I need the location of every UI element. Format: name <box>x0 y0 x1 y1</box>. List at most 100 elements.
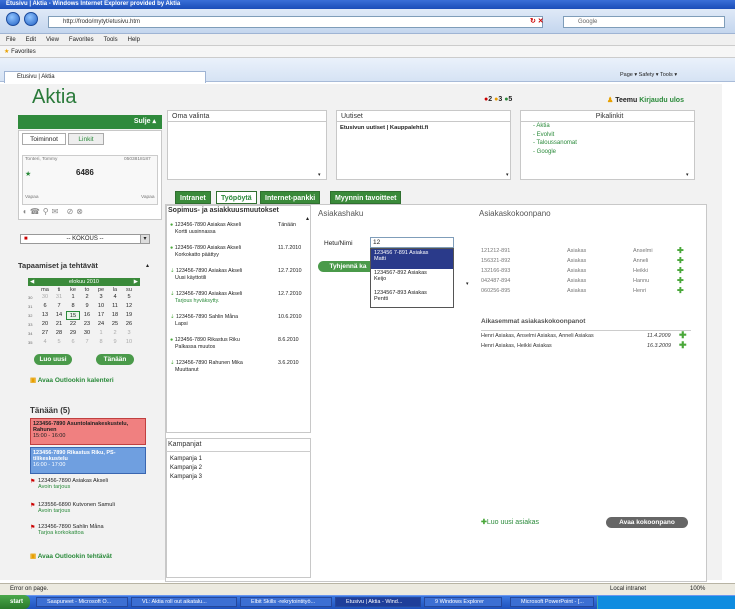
tab-tyopoyta[interactable]: Työpöytä <box>216 191 257 204</box>
kampanja-3[interactable]: Kampanja 3 <box>170 473 202 482</box>
suggestion-1[interactable]: 123456 7-891 Asiakas Matti <box>371 249 453 269</box>
taskbar-vl[interactable]: VL: Aktia roll out aikatalu... <box>131 597 237 607</box>
change-item[interactable]: ⇣ 123456-7890 Asiakas Akseli 12.7.2010 Tar… <box>170 291 308 305</box>
tyhjenna-button[interactable]: Tyhjennä ka <box>318 261 378 272</box>
kokoonpano-row[interactable]: 156321-892 Asiakas Anneli ✚ <box>481 257 691 265</box>
calendar-day[interactable]: 4 <box>38 338 52 347</box>
kampanja-1[interactable]: Kampanja 1 <box>170 455 202 464</box>
link-taloussanomat[interactable]: - Taloussanomat <box>533 139 694 148</box>
link-aktia[interactable]: - Aktia <box>533 122 694 131</box>
new-customer-link[interactable]: ✚Luo uusi asiakas <box>481 518 539 526</box>
address-bar[interactable]: http://frodo/mytyt/etusivu.htm <box>48 16 543 28</box>
prev-row-1[interactable]: Henri Asiakas, Anselmi Asiakas, Anneli A… <box>481 333 594 339</box>
menu-tools[interactable]: Tools <box>104 37 118 43</box>
task-3[interactable]: 123456-7890 Sahlin Måna Tarjoa korkokatto… <box>38 524 104 536</box>
tab-intranet[interactable]: Intranet <box>175 191 211 204</box>
change-item[interactable]: ⇣ 123456-7890 Rahunen Mika 3.6.2010 Muutta… <box>170 360 308 374</box>
calendar-day[interactable]: 7 <box>80 338 94 347</box>
calendar-day[interactable]: 23 <box>80 320 94 329</box>
calendar-day[interactable]: 1 <box>94 329 108 338</box>
chevron-down-icon[interactable]: ▾ <box>140 234 150 244</box>
tab-internet-pankki[interactable]: Internet-pankki <box>260 191 321 204</box>
calendar-day[interactable]: 26 <box>122 320 136 329</box>
status-select[interactable]: ■ -- KOKOUS -- <box>20 234 150 244</box>
link-google[interactable]: - Google <box>533 148 694 157</box>
change-item[interactable]: ● 123456-7890 Asiakas Akseli Tänään Kortti… <box>170 222 308 236</box>
taskbar-explorer[interactable]: 9 Windows Explorer <box>424 597 502 607</box>
add-icon[interactable]: ✚ <box>677 257 684 265</box>
outlook-calendar-link[interactable]: ▣ Avaa Outlookin kalenteri <box>30 376 114 384</box>
next-month-icon[interactable]: ▶ <box>134 278 138 286</box>
add-icon[interactable]: ✚ <box>679 331 687 340</box>
add-icon[interactable]: ✚ <box>679 341 687 350</box>
chevron-down-icon[interactable]: ▾ <box>686 172 689 178</box>
calendar-day[interactable]: 12 <box>122 302 136 311</box>
logout-link[interactable]: Kirjaudu ulos <box>639 97 684 104</box>
tab-toiminnot[interactable]: Toiminnot <box>22 133 66 145</box>
menu-favorites[interactable]: Favorites <box>69 37 94 43</box>
chevron-down-icon[interactable]: ▾ <box>466 281 469 287</box>
calendar-day[interactable]: 10 <box>94 302 108 311</box>
taskbar-elbit[interactable]: Elbit Skills -rekrytointityö... <box>240 597 332 607</box>
calendar-day[interactable]: 21 <box>52 320 66 329</box>
calendar-day[interactable]: 29 <box>66 329 80 338</box>
calendar-day[interactable]: 6 <box>38 302 52 311</box>
calendar-day[interactable]: 6 <box>66 338 80 347</box>
scroll-up-icon[interactable]: ▴ <box>306 215 309 222</box>
calendar-day[interactable]: 3 <box>94 293 108 302</box>
calendar-day[interactable]: 1 <box>66 293 80 302</box>
tanaan-button[interactable]: Tänään <box>96 354 134 365</box>
luo-uusi-button[interactable]: Luo uusi <box>34 354 72 365</box>
forward-button-icon[interactable] <box>24 12 38 26</box>
calendar-day[interactable]: 2 <box>80 293 94 302</box>
calendar-day[interactable]: 28 <box>52 329 66 338</box>
kokoonpano-row[interactable]: 121212-891 Asiakas Anselmi ✚ <box>481 247 691 255</box>
add-icon[interactable]: ✚ <box>677 267 684 275</box>
calendar-day[interactable]: 20 <box>38 320 52 329</box>
calendar-day[interactable]: 16 <box>80 311 94 320</box>
change-item[interactable]: ● 123456-7890 Asiakas Akseli 11.7.2010 Kor… <box>170 245 308 259</box>
phone-action-icons[interactable]: ◖☎⚲✉ ⊘⊗ <box>22 207 158 217</box>
change-item[interactable]: ⇣ 123456-7890 Sahlin Måna 10.6.2010 Lapsi <box>170 314 308 328</box>
kampanja-2[interactable]: Kampanja 2 <box>170 464 202 473</box>
calendar-day[interactable]: 9 <box>108 338 122 347</box>
link-evolvit[interactable]: - Evolvit <box>533 131 694 140</box>
calendar-day[interactable]: 10 <box>122 338 136 347</box>
menu-view[interactable]: View <box>46 37 59 43</box>
hetu-input[interactable]: 12 <box>370 237 454 248</box>
calendar-day[interactable]: 4 <box>108 293 122 302</box>
calendar-day[interactable]: 5 <box>52 338 66 347</box>
calendar-day[interactable]: 25 <box>108 320 122 329</box>
task-2[interactable]: 123556-6890 Kutvonen Samuli Avoin tarjous <box>38 502 115 514</box>
open-kokoonpano-button[interactable]: Avaa kokoonpano <box>606 517 688 528</box>
event-2[interactable]: 123456-7890 Rikastus Riku, PS-tilikeskus… <box>30 447 146 474</box>
calendar-day[interactable]: 19 <box>122 311 136 320</box>
tab-linkit[interactable]: Linkit <box>68 133 104 145</box>
chevron-down-icon[interactable]: ▾ <box>506 172 509 178</box>
calendar-day[interactable]: 30 <box>38 293 52 302</box>
calendar-day[interactable]: 15 <box>66 311 80 320</box>
calendar-day[interactable]: 30 <box>80 329 94 338</box>
calendar-day[interactable]: 3 <box>122 329 136 338</box>
prev-row-2[interactable]: Henri Asiakas, Heikki Asiakas <box>481 343 552 349</box>
menu-edit[interactable]: Edit <box>26 37 36 43</box>
add-icon[interactable]: ✚ <box>677 277 684 285</box>
event-1[interactable]: 123456-7890 Asuntolainakeskustelu, Rahun… <box>30 418 146 445</box>
search-box[interactable]: Google <box>563 16 725 28</box>
kokoonpano-row[interactable]: 060256-895 Asiakas Henri ✚ <box>481 287 691 295</box>
calendar-day[interactable]: 18 <box>108 311 122 320</box>
prev-month-icon[interactable]: ◀ <box>30 278 34 286</box>
calendar-day[interactable]: 5 <box>122 293 136 302</box>
calendar-day[interactable]: 11 <box>108 302 122 311</box>
task-1[interactable]: 123456-7890 Asiakas Akseli Avoin tarjous <box>38 478 108 490</box>
tab-myynnin-tavoitteet[interactable]: Myynnin tavoitteet <box>330 191 402 204</box>
favorites-label[interactable]: Favorites <box>11 49 36 55</box>
calendar-day[interactable]: 31 <box>52 293 66 302</box>
calendar-day[interactable]: 27 <box>38 329 52 338</box>
taskbar-etusivu[interactable]: Etusivu | Aktia - Wind... <box>335 597 421 607</box>
calendar-day[interactable]: 14 <box>52 311 66 320</box>
start-button[interactable]: start <box>0 595 30 609</box>
kokoonpano-row[interactable]: 132166-893 Asiakas Heikki ✚ <box>481 267 691 275</box>
browser-tab[interactable]: Etusivu | Aktia <box>4 71 206 83</box>
left-close-bar[interactable]: Sulje ▴ <box>18 115 162 129</box>
